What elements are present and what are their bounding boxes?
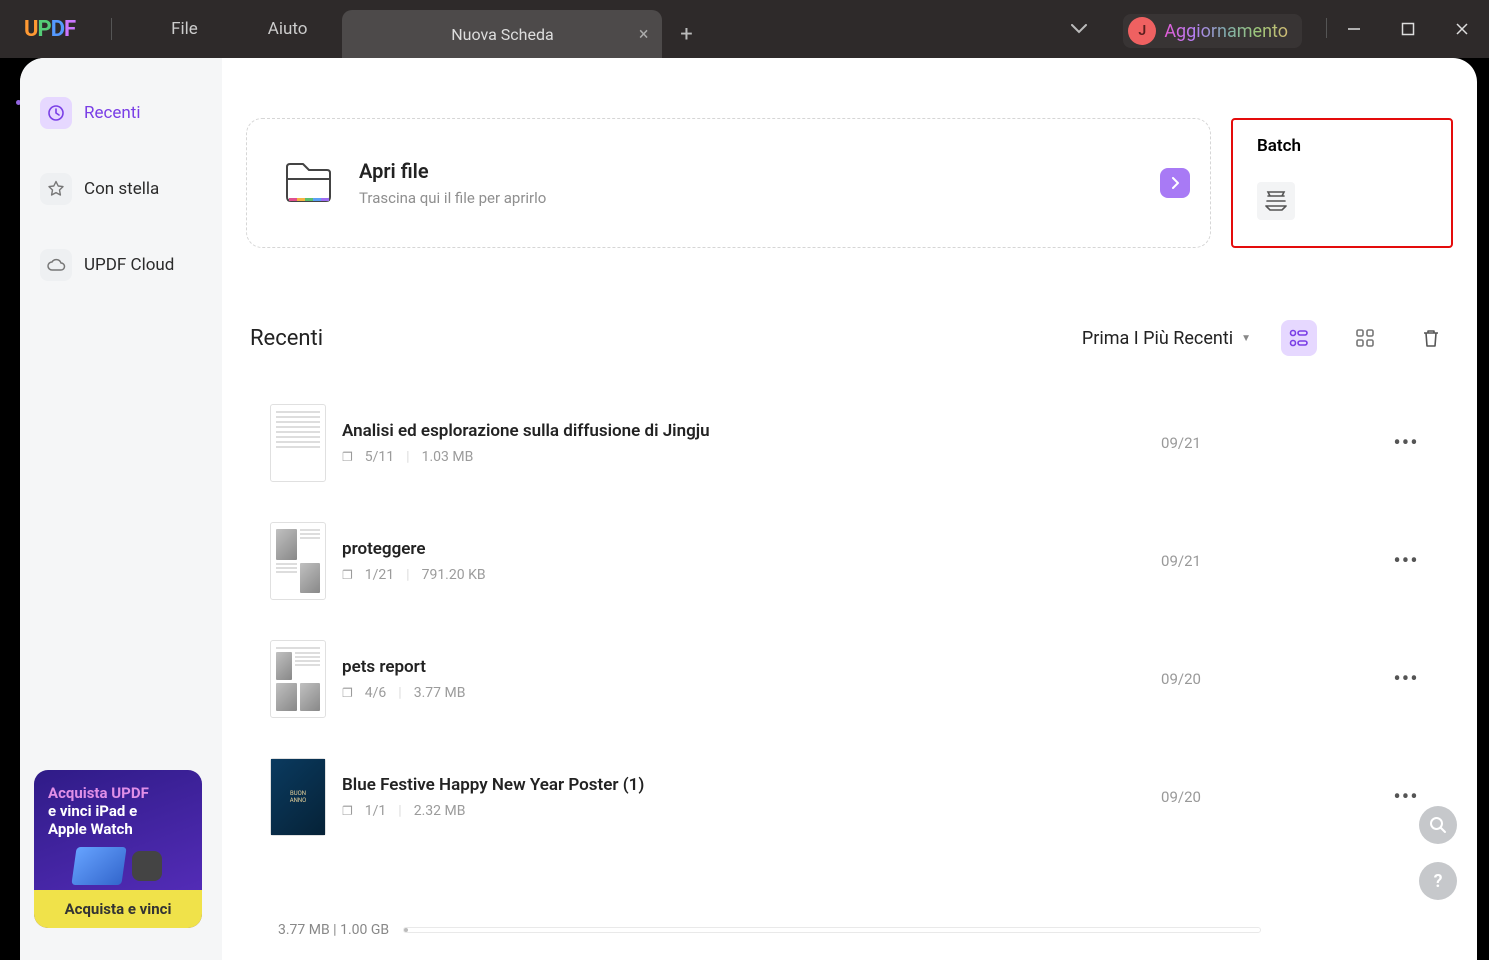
logo-text: UPDF	[24, 17, 75, 42]
file-thumbnail: BUONANNO	[270, 758, 326, 836]
open-file-subtitle: Trascina qui il file per aprirlo	[359, 189, 1160, 207]
file-size: 3.77 MB	[414, 685, 466, 701]
add-tab-button[interactable]: +	[662, 10, 710, 58]
file-pages: 5/11	[365, 449, 394, 465]
file-size: 1.03 MB	[422, 449, 474, 465]
file-size: 791.20 KB	[422, 567, 486, 583]
file-thumbnail	[270, 522, 326, 600]
file-name: Blue Festive Happy New Year Poster (1)	[342, 775, 1121, 795]
batch-card[interactable]: Batch	[1231, 118, 1453, 248]
promo-line1: Acquista UPDF	[48, 784, 188, 802]
recent-row[interactable]: proteggere ❐ 1/21 | 791.20 KB 09/21 •••	[250, 502, 1449, 620]
sidebar-item-label: UPDF Cloud	[84, 255, 174, 275]
main-content: Apri file Trascina qui il file per aprir…	[222, 58, 1477, 960]
file-name: pets report	[342, 657, 1121, 677]
storage-footer: 3.77 MB | 1.00 GB	[250, 910, 1449, 950]
more-icon[interactable]: •••	[1381, 431, 1431, 456]
batch-title: Batch	[1257, 136, 1431, 156]
promo-image	[48, 842, 188, 890]
folder-icon	[283, 161, 333, 205]
sidebar-item-label: Con stella	[84, 179, 159, 199]
file-name: Analisi ed esplorazione sulla diffusione…	[342, 421, 1121, 441]
file-size: 2.32 MB	[414, 803, 466, 819]
trash-button[interactable]	[1413, 320, 1449, 356]
file-pages: 1/1	[365, 803, 387, 819]
recent-row[interactable]: Analisi ed esplorazione sulla diffusione…	[250, 384, 1449, 502]
more-icon[interactable]: •••	[1381, 549, 1431, 574]
cloud-icon	[40, 249, 72, 281]
chevron-down-icon: ▼	[1241, 333, 1251, 344]
promo-line2b: Apple Watch	[48, 820, 188, 838]
window-close-icon[interactable]	[1435, 0, 1489, 58]
promo-card[interactable]: Acquista UPDF e vinci iPad e Apple Watch…	[34, 770, 202, 928]
file-date: 09/21	[1121, 552, 1241, 570]
pages-icon: ❐	[342, 686, 353, 700]
tab-label: Nuova Scheda	[451, 25, 553, 44]
tab-new[interactable]: Nuova Scheda ×	[342, 10, 662, 58]
batch-icon[interactable]	[1257, 182, 1295, 220]
more-icon[interactable]: •••	[1381, 785, 1431, 810]
file-date: 09/20	[1121, 670, 1241, 688]
pages-icon: ❐	[342, 804, 353, 818]
file-date: 09/20	[1121, 788, 1241, 806]
sort-dropdown[interactable]: Prima I Più Recenti ▼	[1082, 328, 1251, 349]
avatar: J	[1128, 17, 1156, 45]
sidebar: Recenti Con stella UPDF Cloud Acquista U…	[20, 58, 222, 960]
recent-title: Recenti	[250, 326, 323, 351]
divider	[111, 18, 112, 40]
sort-label: Prima I Più Recenti	[1082, 328, 1233, 349]
file-thumbnail	[270, 404, 326, 482]
close-icon[interactable]: ×	[639, 24, 649, 45]
sidebar-item-recent[interactable]: Recenti	[34, 88, 208, 138]
pages-icon: ❐	[342, 450, 353, 464]
chevron-right-icon[interactable]	[1160, 168, 1190, 198]
storage-progress	[403, 927, 1261, 933]
file-pages: 1/21	[365, 567, 394, 583]
storage-usage: 3.77 MB | 1.00 GB	[278, 922, 389, 938]
help-button[interactable]: ?	[1419, 862, 1457, 900]
window-maximize-icon[interactable]	[1381, 0, 1435, 58]
tab-dropdown-icon[interactable]	[1071, 22, 1087, 38]
promo-cta[interactable]: Acquista e vinci	[34, 890, 202, 928]
file-thumbnail	[270, 640, 326, 718]
promo-line2a: e vinci iPad e	[48, 802, 188, 820]
recent-row[interactable]: BUONANNO Blue Festive Happy New Year Pos…	[250, 738, 1449, 856]
view-grid-button[interactable]	[1347, 320, 1383, 356]
file-name: proteggere	[342, 539, 1121, 559]
window-minimize-icon[interactable]	[1327, 0, 1381, 58]
view-list-button[interactable]	[1281, 320, 1317, 356]
file-date: 09/21	[1121, 434, 1241, 452]
update-label: Aggiornamento	[1164, 21, 1288, 42]
menu-help[interactable]: Aiuto	[233, 0, 343, 58]
search-button[interactable]	[1419, 806, 1457, 844]
menu-file[interactable]: File	[136, 0, 233, 58]
sidebar-item-starred[interactable]: Con stella	[34, 164, 208, 214]
logo[interactable]: UPDF	[24, 0, 75, 58]
sidebar-item-cloud[interactable]: UPDF Cloud	[34, 240, 208, 290]
star-icon	[40, 173, 72, 205]
open-file-title: Apri file	[359, 159, 1160, 183]
pages-icon: ❐	[342, 568, 353, 582]
recent-list: Analisi ed esplorazione sulla diffusione…	[250, 384, 1449, 910]
more-icon[interactable]: •••	[1381, 667, 1431, 692]
user-update-chip[interactable]: J Aggiornamento	[1123, 14, 1302, 48]
file-pages: 4/6	[365, 685, 387, 701]
clock-icon	[40, 97, 72, 129]
sidebar-item-label: Recenti	[84, 103, 141, 123]
titlebar: UPDF File Aiuto Nuova Scheda × + J Aggio…	[0, 0, 1489, 58]
recent-row[interactable]: pets report ❐ 4/6 | 3.77 MB 09/20 •••	[250, 620, 1449, 738]
open-file-card[interactable]: Apri file Trascina qui il file per aprir…	[246, 118, 1211, 248]
